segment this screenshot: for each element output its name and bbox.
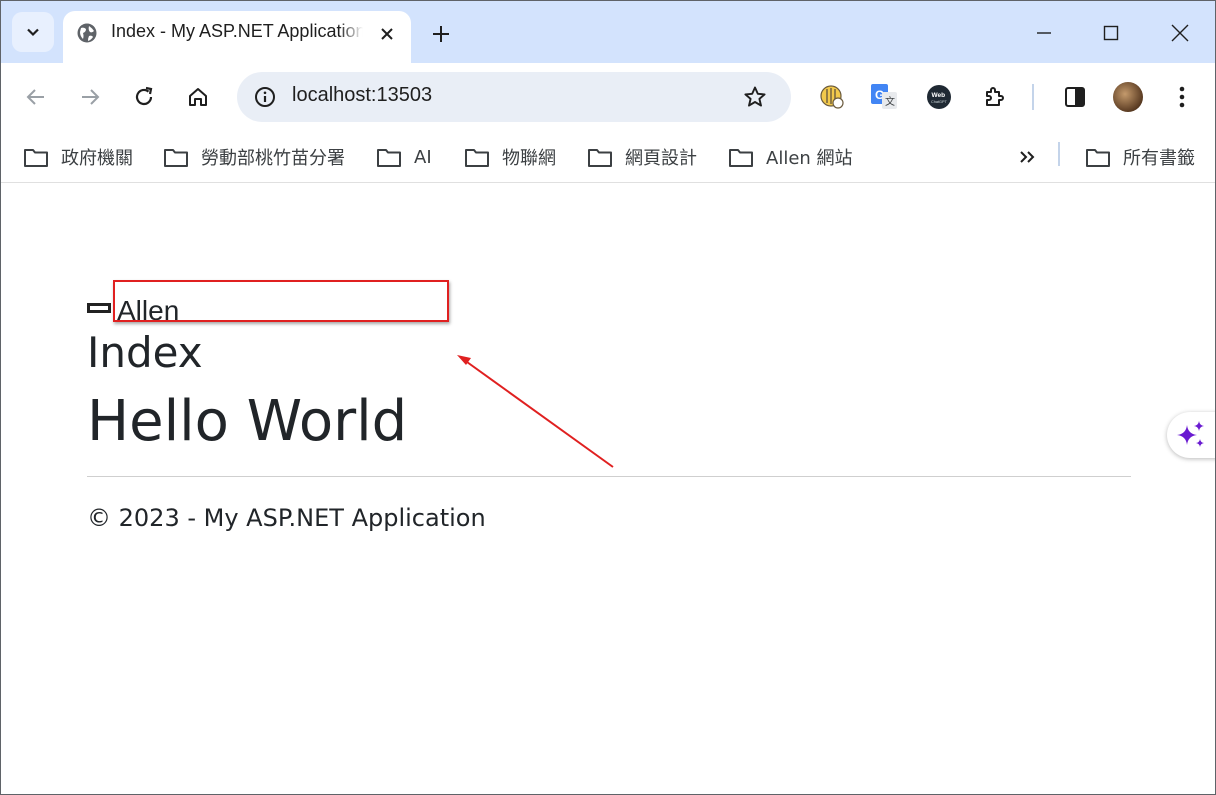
star-icon [744, 86, 766, 107]
tab-title: Index - My ASP.NET Application [111, 21, 363, 42]
back-button[interactable] [18, 79, 54, 115]
bookmark-folder-iot[interactable]: 物聯網 [464, 143, 556, 171]
extension-button[interactable] [817, 82, 847, 112]
more-menu-button[interactable] [1167, 82, 1197, 112]
bookmark-label: AI [414, 146, 432, 168]
page-heading: Index [87, 328, 203, 377]
forward-icon [82, 89, 100, 105]
annotation-highlight-box [113, 280, 449, 322]
folder-icon [588, 149, 612, 167]
bookmark-label: 勞動部桃竹苗分署 [201, 148, 345, 169]
folder-icon [729, 149, 753, 167]
close-tab-button[interactable] [375, 22, 399, 46]
folder-icon [164, 149, 188, 167]
bookmarks-bar: 政府機關 勞動部桃竹苗分署 AI 物聯網 網頁設計 Allen 網站 所有書籤 [1, 131, 1215, 183]
puzzle-icon [986, 87, 1004, 106]
bookmarks-separator [1058, 142, 1060, 166]
site-info-icon [255, 87, 275, 107]
bookmarks-overflow-button[interactable] [1013, 143, 1041, 171]
minimize-icon [1037, 32, 1051, 34]
active-tab[interactable]: Index - My ASP.NET Application [63, 11, 411, 63]
close-icon [381, 28, 393, 40]
extensions-menu-button[interactable] [980, 82, 1010, 112]
tab-search-button[interactable] [12, 12, 54, 52]
bookmark-folder-gov[interactable]: 政府機關 [23, 143, 133, 171]
all-bookmarks-label: 所有書籤 [1123, 148, 1195, 169]
more-vert-icon [1179, 86, 1185, 108]
folder-icon [1086, 149, 1110, 167]
folder-icon [465, 149, 489, 167]
new-tab-button[interactable] [427, 20, 455, 48]
url-text[interactable]: localhost:13503 [292, 84, 432, 107]
forward-button[interactable] [72, 79, 108, 115]
bookmark-star-button[interactable] [739, 81, 771, 113]
google-translate-icon: G文 [871, 84, 897, 109]
maximize-button[interactable] [1093, 15, 1129, 51]
close-window-button[interactable] [1162, 15, 1198, 51]
profile-avatar[interactable] [1113, 82, 1143, 112]
hello-heading: Hello World [87, 389, 408, 454]
browser-window: Index - My ASP.NET Application localhost… [0, 0, 1216, 795]
annotation-arrow [457, 355, 614, 468]
bookmark-label: Allen 網站 [766, 148, 853, 169]
reload-button[interactable] [126, 79, 162, 115]
svg-text:ChatGPT: ChatGPT [931, 100, 948, 104]
folder-icon [377, 149, 401, 167]
bookmark-label: 政府機關 [61, 148, 133, 169]
bookmark-folder-all[interactable]: 所有書籤 [1085, 143, 1195, 171]
toolbar-separator [1032, 84, 1034, 110]
close-window-icon [1171, 24, 1189, 42]
svg-text:文: 文 [885, 95, 895, 108]
browser-toolbar: localhost:13503 G文 Web ChatGPT [1, 63, 1215, 131]
home-button[interactable] [180, 79, 216, 115]
bookmark-folder-allen-site[interactable]: Allen 網站 [728, 143, 853, 171]
sparkle-icon [1177, 421, 1204, 447]
address-bar[interactable]: localhost:13503 [237, 72, 791, 122]
extension-icon [820, 85, 844, 109]
reload-icon [135, 86, 153, 106]
plus-icon [433, 26, 449, 42]
bookmark-folder-webdesign[interactable]: 網頁設計 [587, 143, 697, 171]
back-icon [26, 89, 44, 105]
tab-search-icon [27, 28, 39, 37]
folder-icon [24, 149, 48, 167]
bookmark-label: 網頁設計 [625, 148, 697, 169]
google-translate-button[interactable]: G文 [869, 82, 899, 112]
site-info-button[interactable] [247, 79, 283, 115]
maximize-icon [1103, 25, 1119, 41]
webchatgpt-icon: WebChatGPT [927, 85, 951, 109]
footer-text: © 2023 - My ASP.NET Application [87, 504, 486, 532]
svg-text:Web: Web [932, 92, 946, 99]
bookmark-folder-labor[interactable]: 勞動部桃竹苗分署 [163, 143, 345, 171]
sparkle-button[interactable] [1167, 412, 1215, 458]
side-panel-button[interactable] [1060, 82, 1090, 112]
footer-divider [87, 476, 1131, 477]
home-icon [189, 88, 207, 106]
webchatgpt-button[interactable]: Web ChatGPT [924, 82, 954, 112]
chevron-double-right-icon [1020, 151, 1035, 163]
minimize-button[interactable] [1026, 15, 1062, 51]
navbar-toggler-icon[interactable] [87, 303, 111, 313]
bookmark-label: 物聯網 [502, 148, 556, 169]
tab-strip: Index - My ASP.NET Application [1, 1, 1215, 63]
page-content: Allen Index Hello World © 2023 - My ASP.… [1, 184, 1215, 794]
bookmark-folder-ai[interactable]: AI [376, 143, 432, 171]
side-panel-icon [1065, 87, 1085, 107]
globe-icon [77, 23, 97, 43]
